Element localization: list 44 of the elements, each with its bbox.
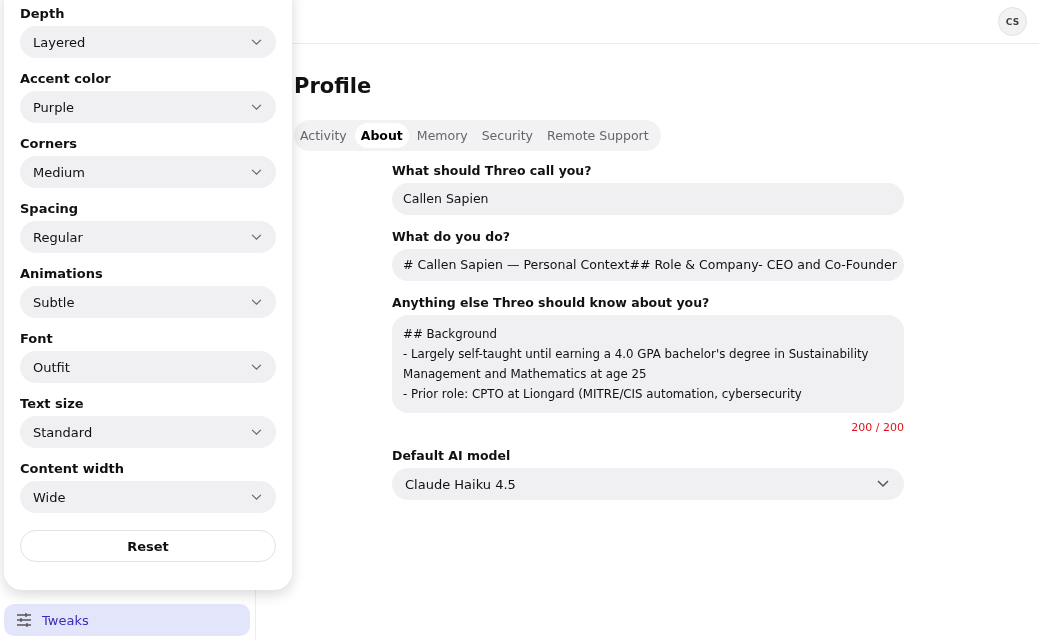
field-label: What do you do? bbox=[392, 229, 512, 244]
sidebar-item[interactable]: Tweaks bbox=[4, 604, 250, 636]
text-area[interactable]: ## Background - Largely self-taught until earning a 4.0 GPA bachelor's degree in Sustainability Management and Mathematics at age 25 - Prior role: CPTO at Liongard (MITRE/CIS automation, cybersecurity bbox=[392, 315, 904, 413]
tab[interactable]: About bbox=[354, 123, 409, 148]
setting-label: Animations bbox=[20, 266, 104, 281]
tab[interactable]: Remote Support bbox=[541, 123, 655, 148]
setting-label: Corners bbox=[20, 136, 79, 151]
setting-dropdown[interactable]: Standard bbox=[20, 416, 276, 448]
setting-label: Font bbox=[20, 331, 54, 346]
field-label: Default AI model bbox=[392, 448, 512, 463]
chevron-icon bbox=[251, 103, 262, 111]
input-field[interactable]: Callen Sapien bbox=[392, 183, 904, 215]
setting-dropdown[interactable]: Regular bbox=[20, 221, 276, 253]
avatar[interactable]: CS bbox=[998, 7, 1027, 36]
chevron-icon bbox=[251, 38, 262, 46]
tab[interactable]: Security bbox=[475, 123, 540, 148]
chevron-icon bbox=[251, 428, 262, 436]
setting-label: Text size bbox=[20, 396, 85, 411]
tab[interactable]: Activity bbox=[294, 123, 353, 148]
setting-dropdown[interactable]: Outfit bbox=[20, 351, 276, 383]
setting-label: Spacing bbox=[20, 201, 80, 216]
chevron-icon bbox=[251, 363, 262, 371]
field-label: Anything else Threo should know about you? bbox=[392, 295, 711, 310]
field-label: What should Threo call you? bbox=[392, 163, 593, 178]
reset-button[interactable]: Reset bbox=[20, 530, 276, 562]
setting-label: Content width bbox=[20, 461, 125, 476]
chevron-icon bbox=[877, 480, 889, 488]
setting-dropdown[interactable]: Wide bbox=[20, 481, 276, 513]
setting-dropdown[interactable]: Purple bbox=[20, 91, 276, 123]
chevron-icon bbox=[251, 168, 262, 176]
chevron-icon bbox=[251, 233, 262, 241]
setting-dropdown[interactable]: Subtle bbox=[20, 286, 276, 318]
setting-label: Accent color bbox=[20, 71, 112, 86]
page-title: Profile bbox=[294, 74, 373, 98]
model-dropdown[interactable]: Claude Haiku 4.5 bbox=[392, 468, 904, 500]
sliders-icon bbox=[16, 613, 32, 627]
character-counter: 200 / 200 bbox=[851, 421, 904, 434]
chevron-icon bbox=[251, 493, 262, 501]
setting-dropdown[interactable]: Medium bbox=[20, 156, 276, 188]
tab[interactable]: Memory bbox=[410, 123, 474, 148]
chevron-icon bbox=[251, 298, 262, 306]
input-field[interactable]: # Callen Sapien — Personal Context## Role & Company- CEO and Co-Founder bbox=[392, 249, 904, 281]
setting-dropdown[interactable]: Layered bbox=[20, 26, 276, 58]
setting-label: Depth bbox=[20, 6, 66, 21]
